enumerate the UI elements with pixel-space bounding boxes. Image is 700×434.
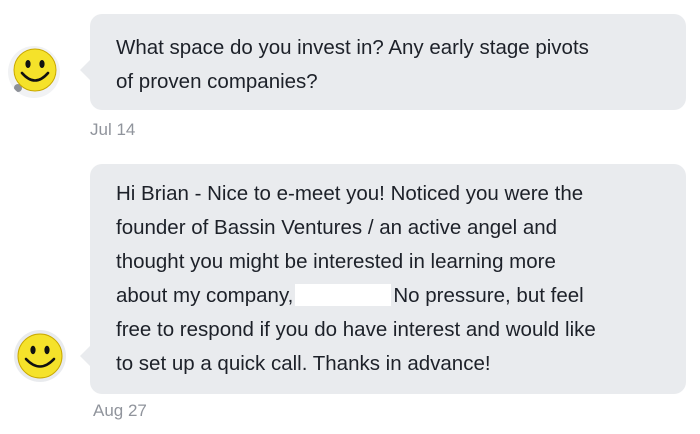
message-text-line: What space do you invest in? Any early s…: [116, 36, 589, 59]
bubble-tail: [80, 346, 90, 366]
message-bubble[interactable]: Hi Brian - Nice to e-meet you! Noticed y…: [90, 164, 686, 394]
message-text-line: founder of Bassin Ventures / an active a…: [116, 216, 558, 239]
smiley-face-icon: [8, 46, 60, 98]
message-text-line: to set up a quick call. Thanks in advanc…: [116, 352, 491, 375]
message-item: What space do you invest in? Any early s…: [0, 0, 700, 150]
redacted-company-name: [295, 284, 392, 306]
message-text-line: of proven companies?: [116, 70, 318, 93]
message-text-line: Hi Brian - Nice to e-meet you! Noticed y…: [116, 182, 584, 205]
message-item: Hi Brian - Nice to e-meet you! Noticed y…: [0, 150, 700, 434]
message-text-line: thought you might be interested in learn…: [116, 250, 556, 273]
message-text-fragment: No pressure, but feel: [393, 284, 584, 307]
smiley-face-icon: [14, 330, 66, 382]
sender-avatar[interactable]: [14, 330, 66, 382]
message-thread: What space do you invest in? Any early s…: [0, 0, 700, 434]
message-timestamp: Jul 14: [90, 120, 136, 139]
sender-avatar[interactable]: [8, 46, 60, 98]
message-timestamp: Aug 27: [93, 401, 147, 420]
message-bubble[interactable]: What space do you invest in? Any early s…: [90, 14, 686, 110]
message-text-fragment: about my company,: [116, 284, 294, 307]
message-text-line: free to respond if you do have interest …: [116, 318, 596, 341]
bubble-tail: [80, 60, 90, 80]
message-text-line: about my company, No pressure, but feel: [116, 279, 660, 313]
